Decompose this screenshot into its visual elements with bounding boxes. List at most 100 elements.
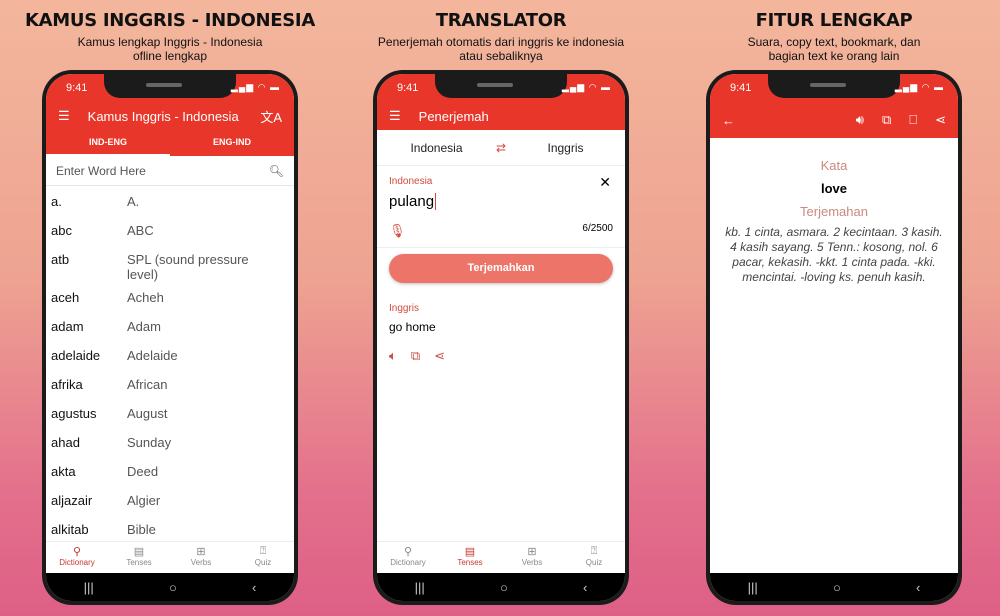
word: atb: [51, 252, 70, 267]
search-icon: ⚲: [403, 546, 413, 558]
search-icon[interactable]: 🔍︎: [269, 164, 284, 178]
bookmark-icon[interactable]: ⎕: [909, 112, 917, 128]
meaning: Acheh: [127, 290, 164, 305]
translate-icon[interactable]: 文A: [260, 107, 282, 126]
meaning: A.: [127, 194, 140, 209]
phone-dictionary: 9:41 ▂▄▆ ◠ ▬ ☰ Kamus Inggris - Indonesia 文A…: [42, 70, 298, 605]
promo-title: FITUR LENGKAP: [755, 10, 913, 31]
promo-subtitle: Kamus lengkap Inggris - Indonesia ofline…: [77, 35, 263, 63]
quiz-icon: ⍰: [259, 545, 267, 557]
recents-button[interactable]: |||: [415, 580, 425, 595]
input-label: Indonesia: [389, 176, 433, 187]
meaning: Bible: [127, 522, 156, 537]
translation-label: Terjemahan: [800, 204, 868, 219]
signal-wifi-battery-icon: ▂▄▆ ◠ ▬: [894, 82, 944, 92]
status-bar: 9:41 ▂▄▆ ◠ ▬: [46, 74, 294, 102]
word: abc: [51, 223, 72, 238]
nav-verbs[interactable]: ⊞ Verbs: [501, 542, 563, 573]
nav-dictionary[interactable]: ⚲ Dictionary: [377, 542, 439, 573]
share-icon[interactable]: ⋖: [434, 348, 445, 364]
back-button[interactable]: ‹: [252, 580, 256, 595]
source-language[interactable]: Indonesia: [377, 141, 496, 155]
meaning: Sunday: [127, 435, 172, 450]
copy-icon[interactable]: ⧉: [411, 348, 420, 364]
translation-output: go home: [389, 320, 436, 334]
promo-title: KAMUS INGGRIS - INDONESIA: [25, 10, 315, 31]
swap-icon[interactable]: ⇄: [496, 141, 506, 155]
promo-subtitle: Penerjemah otomatis dari inggris ke indo…: [377, 35, 625, 63]
copy-icon[interactable]: ⧉: [882, 112, 891, 128]
back-button[interactable]: ‹: [916, 580, 920, 595]
tab-eng-ind[interactable]: ENG-IND: [170, 130, 294, 156]
word-row[interactable]: ahad Sunday: [46, 427, 294, 456]
promo-subtitle: Suara, copy text, bookmark, dan bagian t…: [747, 35, 921, 63]
word-label: Kata: [820, 158, 848, 173]
phone-translator: 9:41 ▂▄▆ ◠ ▬ ☰ Penerjemah Indonesia ⇄ Inggri…: [373, 70, 629, 605]
nav-dictionary[interactable]: ⚲ Dictionary: [46, 542, 108, 573]
word-row[interactable]: adelaide Adelaide: [46, 340, 294, 369]
word-row[interactable]: adam Adam: [46, 311, 294, 340]
nav-tenses[interactable]: ▤ Tenses: [439, 542, 501, 573]
translate-button[interactable]: Terjemahkan: [389, 254, 613, 283]
meaning: ABC: [127, 223, 154, 238]
word: akta: [51, 464, 76, 479]
status-time: 9:41: [66, 82, 88, 94]
share-icon[interactable]: ⋖: [935, 112, 946, 128]
nav-verbs[interactable]: ⊞ Verbs: [170, 542, 232, 573]
search-icon: ⚲: [72, 546, 82, 558]
word-row[interactable]: aceh Acheh: [46, 282, 294, 311]
status-time: 9:41: [397, 82, 419, 94]
word: adam: [51, 319, 84, 334]
word: ahad: [51, 435, 80, 450]
nav-quiz[interactable]: ⍰ Quiz: [232, 542, 294, 573]
menu-icon[interactable]: ☰: [389, 108, 401, 124]
tab-ind-eng[interactable]: IND-ENG: [46, 130, 170, 156]
home-button[interactable]: ○: [500, 580, 508, 595]
word-row[interactable]: aljazair Algier: [46, 485, 294, 514]
phone-detail: 9:41 ▂▄▆ ◠ ▬ ← 🔊︎ ⧉ ⎕ ⋖ Kata love Terjemahan …: [706, 70, 962, 605]
target-language[interactable]: Inggris: [506, 141, 625, 155]
grid-icon: ⊞: [527, 546, 537, 558]
meaning: August: [127, 406, 168, 421]
word-row[interactable]: abc ABC: [46, 215, 294, 244]
system-nav: ||| ○ ‹: [46, 573, 294, 601]
recents-button[interactable]: |||: [748, 580, 758, 595]
back-arrow-icon[interactable]: ←: [722, 113, 735, 128]
signal-wifi-battery-icon: ▂▄▆ ◠ ▬: [230, 82, 280, 92]
word-row[interactable]: agustus August: [46, 398, 294, 427]
word: alkitab: [51, 522, 89, 537]
promo-features: FITUR LENGKAP Suara, copy text, bookmark…: [674, 10, 994, 63]
word: love: [820, 181, 847, 196]
bottom-nav: ⚲ Dictionary ▤ Tenses ⊞ Verbs ⍰ Quiz: [46, 541, 294, 573]
menu-icon[interactable]: ☰: [58, 108, 70, 124]
nav-quiz[interactable]: ⍰ Quiz: [563, 542, 625, 573]
translate-input[interactable]: pulang: [389, 193, 437, 210]
word: a.: [51, 194, 62, 209]
nav-tenses[interactable]: ▤ Tenses: [108, 542, 170, 573]
app-title: Penerjemah: [418, 108, 489, 124]
word: aljazair: [51, 493, 93, 508]
word: aceh: [51, 290, 80, 305]
speaker-icon[interactable]: 🔊︎: [856, 112, 864, 128]
clear-icon[interactable]: ✕: [599, 174, 611, 191]
meaning: African: [127, 377, 168, 392]
search-input[interactable]: Enter Word Here 🔍︎: [46, 156, 294, 186]
speaker-icon[interactable]: 🔈︎: [389, 348, 397, 364]
word: afrika: [51, 377, 83, 392]
word-row[interactable]: afrika African: [46, 369, 294, 398]
word-row[interactable]: atb SPL (sound pressure level): [46, 244, 294, 282]
grid-icon: ⊞: [196, 546, 206, 558]
home-button[interactable]: ○: [169, 580, 177, 595]
back-button[interactable]: ‹: [583, 580, 587, 595]
quiz-icon: ⍰: [590, 545, 598, 557]
recents-button[interactable]: |||: [84, 580, 94, 595]
output-label: Inggris: [389, 303, 420, 314]
microphone-icon[interactable]: 🎙︎: [389, 223, 406, 239]
word-row[interactable]: alkitab Bible: [46, 514, 294, 543]
word-row[interactable]: a. A.: [46, 186, 294, 215]
home-button[interactable]: ○: [833, 580, 841, 595]
promo-dictionary: KAMUS INGGRIS - INDONESIA Kamus lengkap …: [10, 10, 330, 63]
promo-translator: TRANSLATOR Penerjemah otomatis dari ingg…: [341, 10, 661, 63]
word-row[interactable]: akta Deed: [46, 456, 294, 485]
search-placeholder: Enter Word Here: [56, 163, 146, 178]
